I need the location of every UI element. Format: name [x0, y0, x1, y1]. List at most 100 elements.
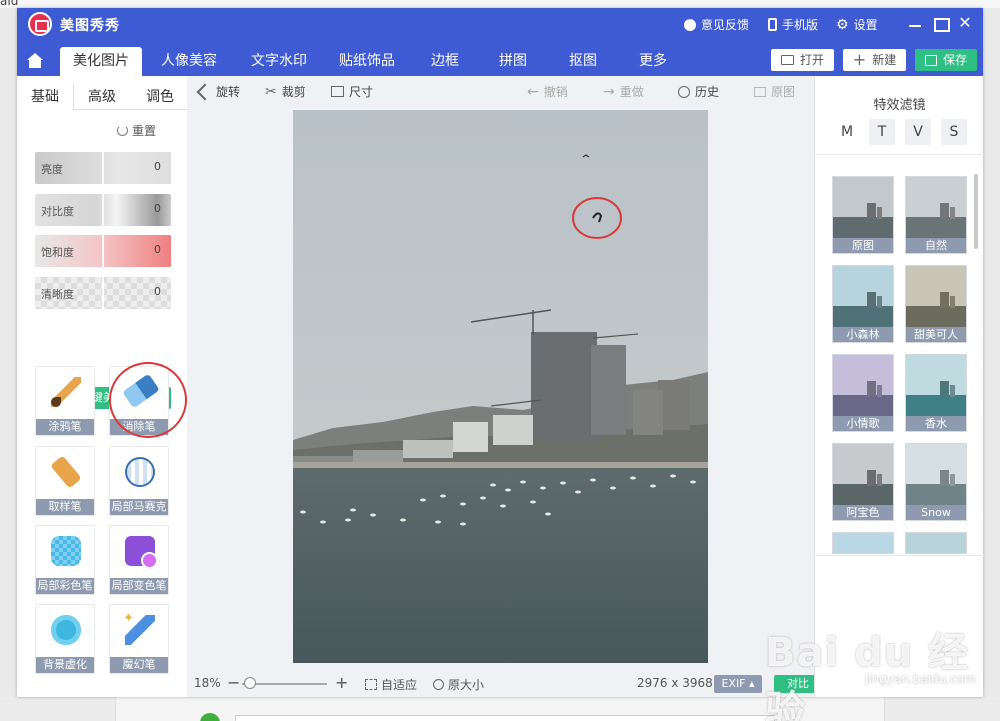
tab-color[interactable]: 调色 [146, 86, 174, 106]
filter-natural[interactable]: 自然 [905, 176, 967, 254]
slider-label: 清晰度 [41, 288, 74, 301]
new-button[interactable]: + 新建 [843, 49, 906, 71]
tool-local-color-pen[interactable]: 局部彩色笔 [35, 525, 95, 595]
tab-frames[interactable]: 边框 [415, 47, 475, 76]
maximize-button[interactable] [931, 14, 950, 32]
tool-background-blur[interactable]: 背景虚化 [35, 604, 95, 674]
tool-sample-pen[interactable]: 取样笔 [35, 446, 95, 516]
brightness-slider[interactable]: 亮度 0 [35, 152, 171, 184]
redo-label: 重做 [619, 85, 644, 99]
tab-text-watermark[interactable]: 文字水印 [239, 47, 319, 76]
arrow-right-icon: → [603, 83, 615, 100]
filter-category-s[interactable]: S [941, 119, 967, 145]
plus-icon: + [852, 50, 867, 69]
mobile-version-button[interactable]: 手机版 [768, 16, 818, 33]
filter-thumbnail [833, 444, 893, 505]
arrow-left-icon: ← [527, 83, 539, 100]
filter-category-m[interactable]: M [834, 119, 860, 145]
slider-handle[interactable] [102, 152, 104, 184]
tab-cutout[interactable]: 抠图 [553, 47, 613, 76]
contrast-slider[interactable]: 对比度 0 [35, 194, 171, 226]
original-button[interactable]: 原图 [754, 83, 795, 100]
fit-button[interactable]: 自适应 [365, 676, 417, 693]
settings-button[interactable]: ⚙ 设置 [836, 16, 878, 33]
actual-size-button[interactable]: 原大小 [433, 676, 484, 693]
zoom-slider-handle[interactable] [244, 677, 256, 689]
size-label: 尺寸 [349, 85, 374, 99]
save-button[interactable]: 保存 [915, 49, 977, 71]
tab-collage[interactable]: 拼图 [483, 47, 543, 76]
recolor-icon [125, 536, 158, 569]
reset-button[interactable]: 重置 [117, 122, 156, 139]
redo-button[interactable]: → 重做 [603, 83, 644, 100]
save-label: 保存 [942, 53, 967, 67]
filter-little-forest[interactable]: 小森林 [832, 265, 894, 343]
tool-magic-pen[interactable]: 魔幻笔 [109, 604, 169, 674]
tool-label: 局部彩色笔 [36, 578, 94, 594]
slider-value: 0 [154, 243, 161, 256]
filter-category-v[interactable]: V [905, 119, 931, 145]
history-button[interactable]: 历史 [678, 83, 719, 100]
filter-label: 小森林 [833, 327, 893, 342]
size-button[interactable]: 尺寸 [331, 83, 373, 100]
exif-button[interactable]: EXIF ▴ [714, 675, 762, 693]
filter-label: 阿宝色 [833, 505, 893, 520]
image-icon [780, 55, 794, 65]
minimize-button[interactable] [906, 14, 924, 32]
zoom-level: 18% [194, 676, 221, 690]
slider-handle[interactable] [102, 194, 104, 226]
filter-category-t[interactable]: T [869, 119, 895, 145]
paintbrush-icon [51, 377, 81, 407]
filter-partial[interactable] [832, 532, 894, 554]
rotate-button[interactable]: 旋转 [196, 83, 240, 100]
app-logo-icon [28, 12, 52, 36]
slider-handle[interactable] [102, 235, 104, 267]
home-icon[interactable] [24, 53, 46, 71]
zoom-in-button[interactable]: + [335, 673, 348, 692]
close-button[interactable]: ✕ [956, 14, 974, 32]
image-icon [754, 86, 766, 97]
filter-scrollbar[interactable] [974, 174, 978, 249]
zoom-out-button[interactable]: − [227, 673, 240, 692]
tab-portrait[interactable]: 人像美容 [149, 47, 229, 76]
tool-local-recolor-pen[interactable]: 局部变色笔 [109, 525, 169, 595]
filter-thumbnail [833, 355, 893, 416]
tool-label: 局部变色笔 [110, 578, 168, 594]
tab-beautify[interactable]: 美化图片 [60, 47, 142, 76]
tab-divider [73, 84, 74, 110]
filter-label: 自然 [906, 238, 966, 253]
mobile-label: 手机版 [782, 18, 819, 32]
page-input-bar [235, 715, 775, 721]
harbor-photo [293, 110, 708, 663]
saturation-slider[interactable]: 饱和度 0 [35, 235, 171, 267]
filter-label: 香水 [906, 416, 966, 431]
undo-button[interactable]: ← 撤销 [527, 83, 568, 100]
filter-love-song[interactable]: 小情歌 [832, 354, 894, 432]
filter-sweet[interactable]: 甜美可人 [905, 265, 967, 343]
sharpness-slider[interactable]: 清晰度 0 [35, 277, 171, 309]
filter-abao[interactable]: 阿宝色 [832, 443, 894, 521]
crop-button[interactable]: ✂ 裁剪 [265, 83, 306, 100]
left-panel-tabs: 基础 高级 调色 [17, 76, 187, 110]
tab-more[interactable]: 更多 [623, 47, 683, 76]
filter-original[interactable]: 原图 [832, 176, 894, 254]
phone-icon [768, 18, 777, 31]
tool-doodle-pen[interactable]: 涂鸦笔 [35, 366, 95, 436]
slider-value: 0 [154, 160, 161, 173]
filter-perfume[interactable]: 香水 [905, 354, 967, 432]
tab-advanced[interactable]: 高级 [88, 86, 116, 106]
open-button[interactable]: 打开 [771, 49, 834, 71]
scissors-icon: ✂ [265, 83, 277, 100]
photo-canvas[interactable] [293, 110, 708, 663]
filter-snow[interactable]: Snow [905, 443, 967, 521]
tab-stickers[interactable]: 贴纸饰品 [327, 47, 407, 76]
tool-local-mosaic[interactable]: 局部马赛克 [109, 446, 169, 516]
slider-handle[interactable] [102, 277, 104, 309]
original-label: 原图 [771, 85, 796, 99]
filter-thumbnail [833, 177, 893, 238]
feedback-button[interactable]: 意见反馈 [684, 15, 749, 33]
magic-wand-icon [123, 611, 155, 645]
filter-partial[interactable] [905, 532, 967, 554]
filter-thumbnail [906, 444, 966, 505]
tab-basic[interactable]: 基础 [31, 86, 59, 106]
